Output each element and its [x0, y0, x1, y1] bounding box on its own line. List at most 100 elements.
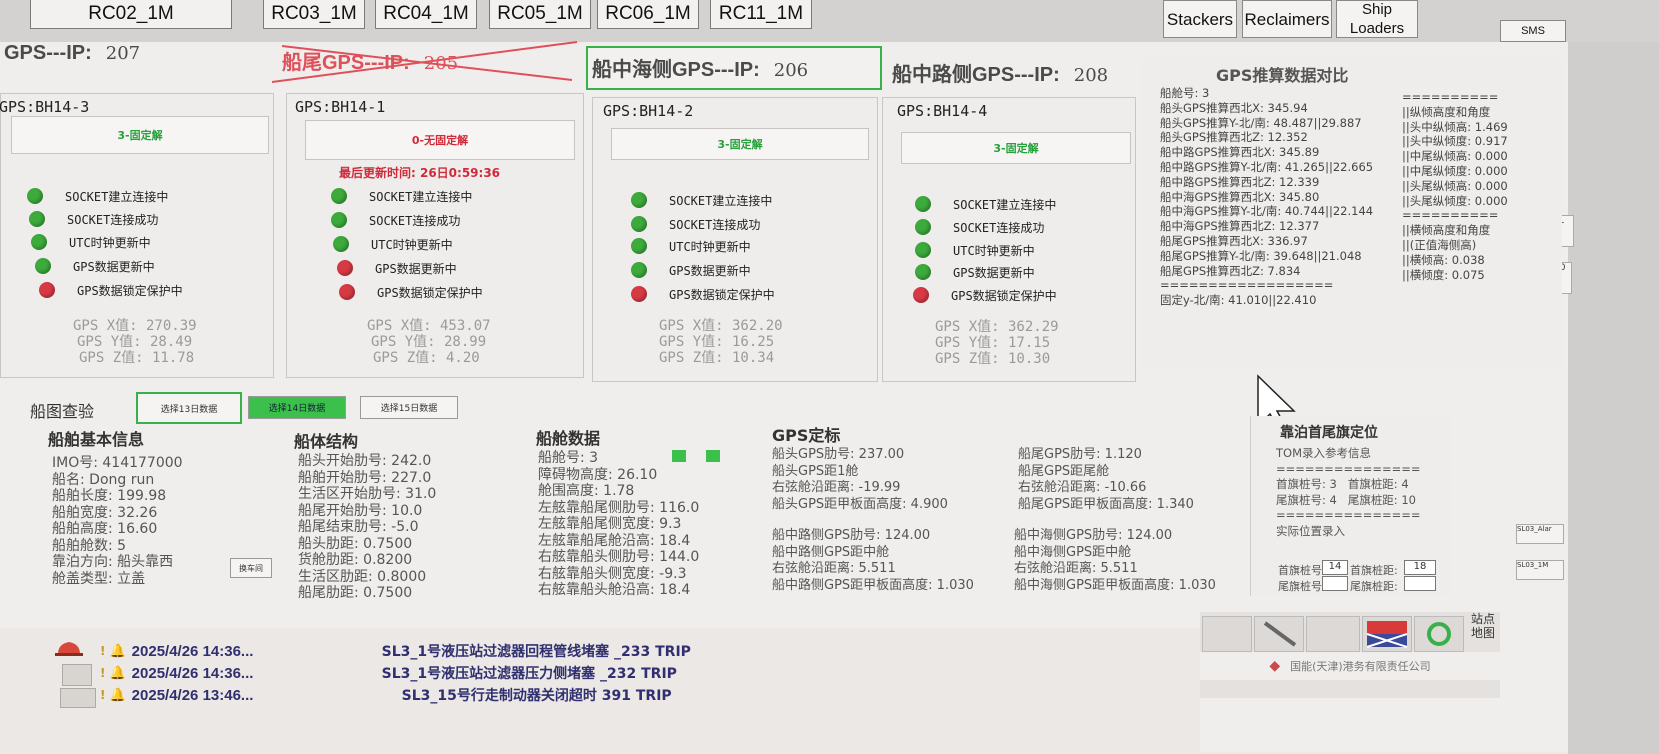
- tab-rc06[interactable]: RC06_1M: [597, 0, 699, 29]
- select-13-button[interactable]: 选择13日数据: [136, 392, 242, 424]
- compare-line: 船中海GPS推算西北X: 345.80: [1160, 189, 1320, 204]
- compare-line: ||纵倾高度和角度: [1402, 104, 1491, 119]
- status-socket-connecting: SOCKET建立连接中: [331, 186, 472, 206]
- ship-basic-line: 船名: Dong run: [52, 471, 155, 488]
- alarm-row[interactable]: ! 🔔 2025/4/26 13:46... SL3_15号行走制动器关闭超时 39…: [100, 684, 672, 706]
- company-logo-icon: ◆: [1269, 658, 1281, 674]
- alarm-bell-icon[interactable]: [52, 638, 92, 660]
- tab-rc03[interactable]: RC03_1M: [263, 0, 365, 29]
- hull-line: 生活区肋距: 0.8000: [298, 568, 427, 585]
- hold-line: 左舷靠船尾舱沿高: 18.4: [538, 532, 691, 549]
- tab-rc05[interactable]: RC05_1M: [489, 0, 591, 29]
- gps-calibration-line: 船中路侧GPS距中舱: [772, 544, 890, 560]
- status-gps-updating: GPS数据更新中: [631, 260, 751, 280]
- language-flag-icon[interactable]: [1362, 616, 1412, 652]
- alarm-mute-button[interactable]: [62, 664, 92, 686]
- bell-icon: 🔔: [109, 643, 126, 659]
- ip-label-text: GPS---IP:: [4, 42, 92, 64]
- tail-flag-dist-input[interactable]: [1404, 576, 1436, 591]
- right-strip-item[interactable]: SL03_Alar: [1516, 524, 1564, 544]
- ship-basic-line: 舱盖类型: 立盖: [52, 570, 146, 587]
- hold-line: 障碍物高度: 26.10: [538, 466, 658, 483]
- ship-basic-line: 船舶长度: 199.98: [52, 488, 167, 504]
- status-red-icon: [39, 282, 55, 298]
- right-strip-item[interactable]: SL03_1M: [1516, 560, 1564, 580]
- bell-icon: 🔔: [109, 665, 126, 681]
- compare-line: 船头GPS推算Y-北/南: 48.487||29.887: [1160, 115, 1362, 130]
- status-green-icon: [631, 238, 647, 254]
- status-green-icon: [915, 264, 931, 280]
- gps-compare-right: ========== ||纵倾高度和角度 ||头中纵倾高: 1.469 ||头中纵倾度…: [1402, 90, 1552, 282]
- tail-flag-label: 尾旗桩号:: [1278, 580, 1326, 593]
- gps-calibration-line: 船头GPS距1舱: [772, 463, 859, 479]
- tab-rc02[interactable]: RC02_1M: [30, 0, 232, 29]
- gps-unit-title: GPS:BH14-1: [295, 98, 386, 116]
- device-icon[interactable]: [1306, 616, 1360, 652]
- stackers-button[interactable]: Stackers: [1163, 0, 1237, 38]
- gps-z-value: GPS Z值: 11.78: [79, 350, 195, 366]
- status-green-icon: [331, 212, 347, 228]
- compare-line: ||中尾纵倾高: 0.000: [1402, 149, 1508, 164]
- gps-calibration-line: 船头GPS距甲板面高度: 4.900: [772, 496, 948, 512]
- gps-calibration-line: 右弦舱沿距离: -10.66: [1018, 480, 1147, 495]
- tail-flag-no-input[interactable]: [1322, 576, 1348, 591]
- gps-z-value: GPS Z值: 10.30: [935, 351, 1051, 367]
- head-flag-dist-input[interactable]: 18: [1404, 560, 1436, 575]
- alarm-row[interactable]: ! 🔔 2025/4/26 14:36... SL3_1号液压站过滤器压力侧堵塞 _…: [100, 662, 677, 684]
- alarm-row[interactable]: ! 🔔 2025/4/26 14:36... SL3_1号液压站过滤器回程管线堵塞 …: [100, 640, 691, 662]
- gps-y-value: GPS Y值: 17.15: [935, 335, 1051, 351]
- bell-icon: 🔔: [109, 687, 126, 703]
- status-red-icon: [913, 287, 929, 303]
- compare-line: ||头中纵倾度: 0.917: [1402, 134, 1508, 149]
- gps-calibration-col3: 船中路侧GPS肋号: 124.00 船中路侧GPS距中舱 右弦舱沿距离: 5.511…: [772, 528, 974, 594]
- gps-calibration-line: 右弦舱沿距离: 5.511: [772, 561, 896, 576]
- sms-button[interactable]: SMS: [1500, 20, 1566, 42]
- gps-x-value: GPS X值: 362.29: [935, 319, 1059, 335]
- gps-y-value: GPS Y值: 28.49: [77, 334, 193, 350]
- gps-calibration-line: 船中海侧GPS肋号: 124.00: [1014, 528, 1173, 543]
- compare-line: 船中路GPS推算Y-北/南: 41.265||22.665: [1160, 159, 1374, 174]
- status-green-icon: [35, 258, 51, 274]
- hold-data-title: 船舱数据: [536, 429, 601, 448]
- berth-line: ===============: [1276, 508, 1421, 522]
- ship-basic-line: 船舶高度: 16.60: [52, 521, 158, 537]
- switch-workshop-button[interactable]: 换车间: [230, 558, 272, 578]
- alarm-ack-button[interactable]: [60, 688, 96, 708]
- status-utc-updating: UTC时钟更新中: [631, 236, 751, 256]
- berth-flag-list: TOM录入参考信息 =============== 首旗桩号: 3 首旗桩距: 4尾…: [1276, 446, 1421, 539]
- head-flag-no-input[interactable]: 14: [1322, 560, 1348, 575]
- status-gps-updating: GPS数据更新中: [337, 258, 457, 278]
- select-15-button[interactable]: 选择15日数据: [360, 396, 458, 419]
- gps-calibration-line: 船中海侧GPS距中舱: [1014, 544, 1132, 560]
- select-14-button[interactable]: 选择14日数据: [248, 396, 346, 419]
- ship-loaders-button[interactable]: Ship Loaders: [1336, 0, 1418, 38]
- tab-rc11[interactable]: RC11_1M: [710, 0, 812, 29]
- status-socket-connected: SOCKET连接成功: [631, 214, 760, 234]
- status-green-icon: [631, 216, 647, 232]
- hull-structure-list: 船头开始肋号: 242.0 船舶开始肋号: 227.0 生活区开始肋号: 31.0 船…: [298, 453, 436, 602]
- reclaimers-button[interactable]: Reclaimers: [1242, 0, 1332, 38]
- right-strip: [1568, 42, 1659, 754]
- ip-value: 207: [105, 43, 141, 64]
- ship-basic-line: 船舶舱数: 5: [52, 537, 127, 554]
- status-green-icon: [915, 196, 931, 212]
- berth-line: ===============: [1276, 461, 1421, 476]
- site-map-button[interactable]: 站点 地图: [1466, 612, 1500, 650]
- hold-next-button[interactable]: [706, 450, 720, 462]
- tab-rc04[interactable]: RC04_1M: [375, 0, 477, 29]
- refresh-icon[interactable]: [1414, 616, 1464, 652]
- status-socket-connected: SOCKET连接成功: [29, 209, 158, 229]
- compare-line: ||头中纵倾高: 1.469: [1402, 119, 1508, 134]
- wrench-icon[interactable]: [1254, 616, 1304, 652]
- tool-icon[interactable]: [1202, 616, 1252, 652]
- ip-label-text: 船中路侧GPS---IP:: [892, 64, 1060, 86]
- gps-calibration-line: 船尾GPS肋号: 1.120: [1018, 447, 1142, 462]
- head-flag-label: 首旗桩号:: [1278, 564, 1326, 577]
- status-gps-updating: GPS数据更新中: [35, 256, 155, 276]
- gps-compare-left: 船舱号: 3 船头GPS推算西北X: 345.94 船头GPS推算Y-北/南: 48…: [1160, 86, 1410, 308]
- compare-line: 船中海GPS推算Y-北/南: 40.744||22.144: [1160, 204, 1374, 219]
- compare-line: 船舱号: 3: [1160, 86, 1210, 100]
- compare-line: ==================: [1160, 278, 1334, 293]
- gps-unit-bh14-4: GPS:BH14-4 3-固定解 SOCKET建立连接中 SOCKET连接成功 …: [882, 97, 1136, 382]
- hull-line: 船头开始肋号: 242.0: [298, 453, 432, 469]
